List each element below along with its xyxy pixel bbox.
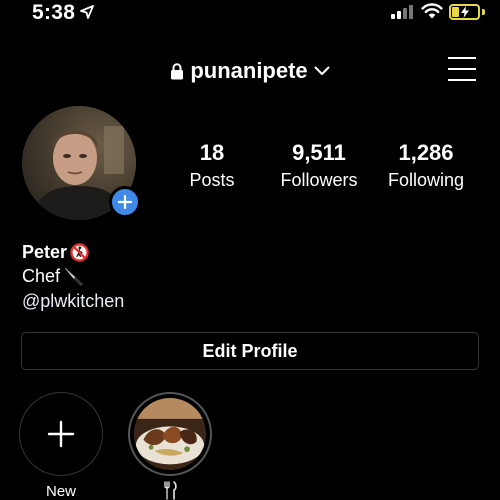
status-bar: 5:38 [0,0,500,26]
following-label: Following [387,170,465,190]
bio-name-row: Peter [22,240,124,264]
location-arrow-icon [80,5,94,19]
cellular-signal-icon [391,5,415,19]
no-pedestrians-icon [70,242,89,262]
bio-link[interactable]: @plwkitchen [22,288,124,314]
followers-count: 9,511 [292,140,346,165]
plus-icon [118,195,132,209]
username: punanipete [190,58,308,83]
fork-and-knife-icon [164,481,177,500]
following-count: 1,286 [398,140,454,165]
followers-stat[interactable]: 9,511 Followers [268,140,370,191]
battery-charging-icon [449,4,480,20]
hamburger-menu-icon[interactable] [448,56,476,82]
battery-nub [482,9,485,15]
account-switcher[interactable]: punanipete [0,58,500,84]
bio-line: Chef [22,264,124,288]
posts-count: 18 [199,140,225,165]
charging-bolt-icon [461,6,469,18]
story-highlight[interactable] [128,392,212,476]
plus-icon [47,420,75,448]
posts-stat[interactable]: 18 Posts [172,140,252,191]
new-highlight-label: New [45,483,76,500]
bio-text: Chef [22,265,61,286]
lock-icon [171,62,184,79]
edit-profile-button[interactable]: Edit Profile [21,332,479,370]
posts-label: Posts [189,170,235,190]
battery-level-fill [452,7,459,17]
highlight-cover [134,398,206,470]
followers-label: Followers [280,170,358,190]
profile-avatar[interactable] [22,106,141,220]
highlight-photo [134,398,206,470]
add-story-button[interactable] [109,186,141,218]
following-stat[interactable]: 1,286 Following [380,140,472,191]
status-time: 5:38 [32,1,76,24]
display-name: Peter [22,241,68,262]
kitchen-knife-icon [64,267,83,286]
profile-bio: Peter Chef @plwkitchen [22,240,124,314]
chevron-down-icon [314,66,330,75]
new-highlight-button[interactable] [19,392,103,476]
wifi-icon [421,3,443,19]
